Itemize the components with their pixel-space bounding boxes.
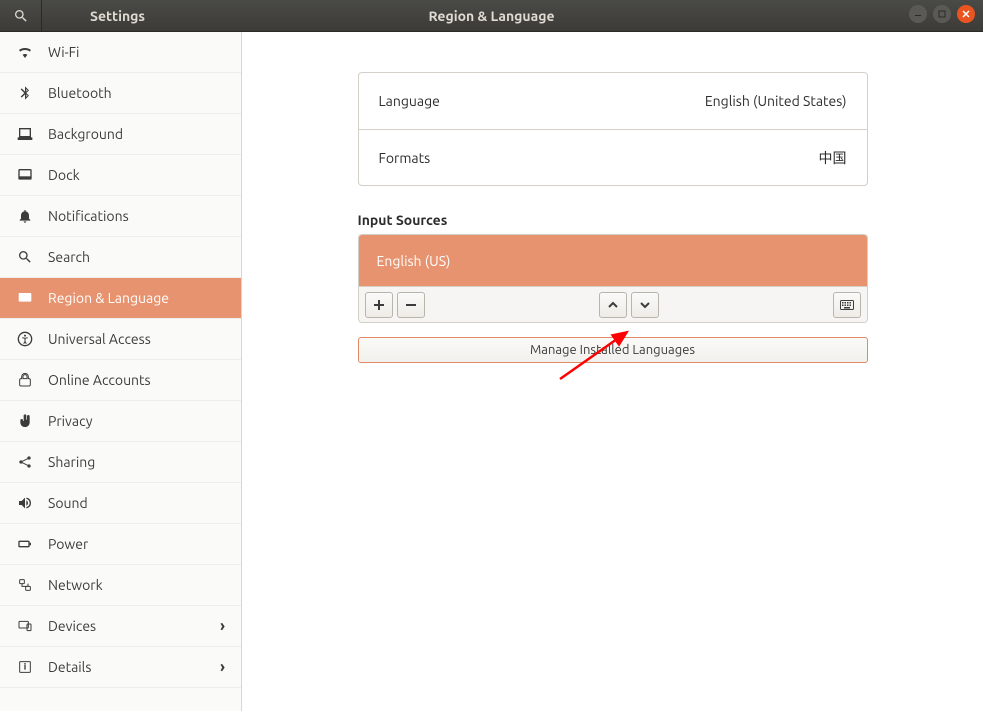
sidebar-item-label: Notifications	[48, 208, 129, 224]
language-formats-group: Language English (United States) Formats…	[358, 72, 868, 186]
language-value: English (United States)	[705, 93, 847, 109]
sidebar-item-devices[interactable]: Devices ›	[0, 606, 241, 647]
sidebar-item-privacy[interactable]: Privacy	[0, 401, 241, 442]
network-icon	[16, 577, 34, 593]
sidebar-item-background[interactable]: Background	[0, 114, 241, 155]
minimize-button[interactable]	[909, 5, 927, 23]
close-button[interactable]	[957, 5, 975, 23]
battery-icon	[16, 536, 34, 552]
sidebar-item-label: Devices	[48, 618, 96, 634]
input-source-item[interactable]: English (US)	[359, 235, 867, 286]
keyboard-layout-button[interactable]	[833, 292, 861, 318]
sidebar: Wi-Fi Bluetooth Background Dock Notifica…	[0, 32, 242, 711]
sidebar-item-label: Universal Access	[48, 331, 151, 347]
keyboard-icon	[840, 299, 854, 311]
sidebar-item-label: Region & Language	[48, 290, 169, 306]
settings-app-label: Settings	[90, 8, 145, 24]
accessibility-icon	[16, 331, 34, 347]
chevron-down-icon	[639, 299, 651, 311]
sidebar-item-label: Background	[48, 126, 123, 142]
search-button[interactable]	[0, 0, 42, 32]
add-input-source-button[interactable]	[365, 292, 393, 318]
sidebar-item-label: Power	[48, 536, 88, 552]
input-sources-list: English (US)	[358, 234, 868, 323]
language-label: Language	[379, 93, 440, 109]
background-icon	[16, 126, 34, 142]
hand-icon	[16, 413, 34, 429]
devices-icon	[16, 618, 34, 634]
sidebar-item-bluetooth[interactable]: Bluetooth	[0, 73, 241, 114]
flag-icon	[16, 290, 34, 306]
language-row[interactable]: Language English (United States)	[359, 73, 867, 129]
wifi-icon	[16, 44, 34, 60]
main-content: Language English (United States) Formats…	[242, 32, 983, 711]
sidebar-item-label: Dock	[48, 167, 80, 183]
minus-icon	[405, 299, 417, 311]
sidebar-item-label: Wi-Fi	[48, 44, 79, 60]
cloud-key-icon	[16, 372, 34, 388]
maximize-button[interactable]	[933, 5, 951, 23]
sidebar-item-universal-access[interactable]: Universal Access	[0, 319, 241, 360]
sidebar-item-wifi[interactable]: Wi-Fi	[0, 32, 241, 73]
sidebar-item-label: Bluetooth	[48, 85, 112, 101]
input-sources-toolbar	[359, 286, 867, 322]
window-controls	[909, 5, 975, 23]
move-down-button[interactable]	[631, 292, 659, 318]
titlebar: Settings Region & Language	[0, 0, 983, 32]
page-title: Region & Language	[0, 8, 983, 24]
chevron-up-icon	[607, 299, 619, 311]
chevron-right-icon: ›	[220, 617, 225, 635]
sidebar-item-online-accounts[interactable]: Online Accounts	[0, 360, 241, 401]
formats-row[interactable]: Formats 中国	[359, 129, 867, 185]
plus-icon	[373, 299, 385, 311]
sidebar-item-power[interactable]: Power	[0, 524, 241, 565]
chevron-right-icon: ›	[220, 658, 225, 676]
sidebar-item-region-language[interactable]: Region & Language	[0, 278, 241, 319]
formats-label: Formats	[379, 150, 431, 166]
sidebar-item-label: Search	[48, 249, 90, 265]
sidebar-item-label: Privacy	[48, 413, 92, 429]
remove-input-source-button[interactable]	[397, 292, 425, 318]
share-icon	[16, 454, 34, 470]
formats-value: 中国	[819, 148, 847, 168]
bluetooth-icon	[16, 85, 34, 101]
sidebar-item-label: Details	[48, 659, 91, 675]
move-up-button[interactable]	[599, 292, 627, 318]
sidebar-item-label: Network	[48, 577, 103, 593]
sidebar-item-sound[interactable]: Sound	[0, 483, 241, 524]
bell-icon	[16, 208, 34, 224]
input-sources-heading: Input Sources	[358, 212, 868, 228]
sidebar-item-network[interactable]: Network	[0, 565, 241, 606]
sidebar-item-sharing[interactable]: Sharing	[0, 442, 241, 483]
sidebar-item-dock[interactable]: Dock	[0, 155, 241, 196]
search-icon	[13, 8, 29, 24]
manage-button-label: Manage Installed Languages	[530, 343, 695, 357]
speaker-icon	[16, 495, 34, 511]
sidebar-item-details[interactable]: Details ›	[0, 647, 241, 688]
dock-icon	[16, 167, 34, 183]
sidebar-item-search[interactable]: Search	[0, 237, 241, 278]
details-icon	[16, 659, 34, 675]
input-source-label: English (US)	[377, 253, 451, 269]
search-icon	[16, 249, 34, 265]
manage-installed-languages-button[interactable]: Manage Installed Languages	[358, 337, 868, 363]
sidebar-item-label: Sound	[48, 495, 88, 511]
sidebar-item-notifications[interactable]: Notifications	[0, 196, 241, 237]
sidebar-item-label: Online Accounts	[48, 372, 151, 388]
sidebar-item-label: Sharing	[48, 454, 95, 470]
